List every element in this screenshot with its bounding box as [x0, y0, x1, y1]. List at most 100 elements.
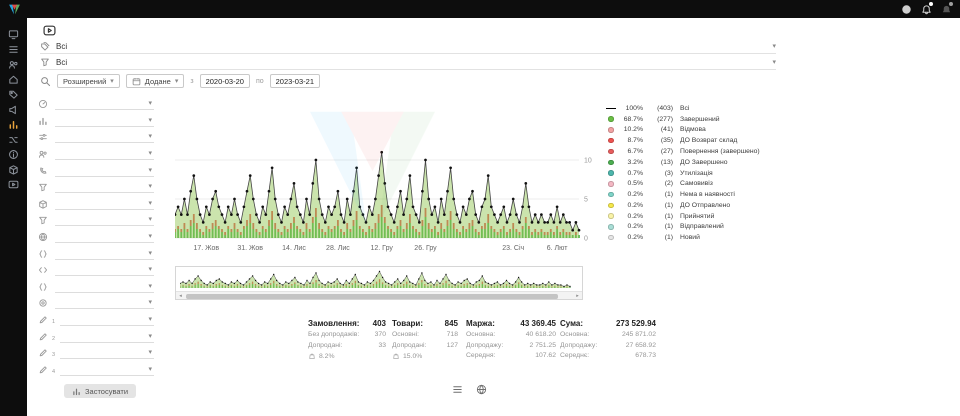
filter-row-box: ▾: [38, 196, 154, 213]
rail-item-users[interactable]: [6, 59, 22, 70]
filter-row-phone: ▾: [38, 162, 154, 179]
legend-count: (403): [647, 105, 673, 112]
filter-dropdown-6[interactable]: ▾: [55, 181, 154, 193]
gauge-icon: [38, 99, 50, 109]
legend-item[interactable]: 0.2%(1)Прийнятий: [606, 212, 760, 221]
legend-item[interactable]: 8.7%(35)ДО Возврат склад: [606, 136, 760, 145]
legend-label: Прийнятий: [680, 213, 714, 220]
legend-item[interactable]: 68.7% (277) Завершений: [606, 115, 760, 124]
tag-icon: [8, 89, 19, 100]
filter-dropdown-3[interactable]: ▾: [55, 131, 154, 143]
filter-row-target: ▾: [38, 295, 154, 312]
rail-item-home[interactable]: [6, 74, 22, 85]
chevron-down-icon: ▾: [148, 200, 152, 207]
legend-item[interactable]: 6.7%(27)Повернення (завершено): [606, 147, 760, 156]
avatar-icon[interactable]: [900, 3, 912, 15]
filter-dropdown-8[interactable]: ▾: [55, 214, 154, 226]
filter-dropdown-5[interactable]: ▾: [55, 165, 154, 177]
filter-dropdown-10[interactable]: ▾: [55, 248, 154, 260]
legend-item[interactable]: 0.2%(1)Новий: [606, 233, 760, 242]
legend-item[interactable]: 0.5%(2)Самовивіз: [606, 179, 760, 188]
megaphone-icon: [8, 104, 19, 115]
app-logo[interactable]: [8, 3, 21, 16]
legend-item[interactable]: 10.2%(41)Відмова: [606, 126, 760, 135]
filter-dropdown-13[interactable]: ▾: [55, 297, 154, 309]
rail-item-megaphone[interactable]: [6, 104, 22, 115]
apply-button-label: Застосувати: [85, 387, 128, 396]
legend-item[interactable]: 0.2%(1)Відправлений: [606, 223, 760, 232]
legend-percent: 6.7%: [620, 148, 643, 155]
list-view-icon[interactable]: [452, 384, 463, 395]
rail-item-list[interactable]: [6, 44, 22, 55]
svg-text:10: 10: [584, 158, 592, 165]
notifications-icon[interactable]: [940, 3, 952, 15]
legend-count: (1): [647, 223, 673, 230]
chart-scrollbar[interactable]: ◂ ▸: [176, 291, 582, 299]
scroll-right-icon[interactable]: ▸: [573, 292, 582, 300]
scroll-left-icon[interactable]: ◂: [176, 292, 185, 300]
legend-percent: 0.7%: [620, 170, 643, 177]
legend-swatch: [606, 203, 616, 209]
overview-chart-canvas[interactable]: [180, 268, 578, 291]
svg-text:0: 0: [584, 236, 588, 243]
svg-text:14. Лис: 14. Лис: [282, 245, 306, 252]
legend-item[interactable]: 100%(403)Всі: [606, 104, 760, 113]
filter-dropdown-4[interactable]: ▾: [55, 148, 154, 160]
filter-dropdown-7[interactable]: ▾: [55, 198, 154, 210]
globe-view-icon[interactable]: [476, 384, 487, 395]
legend-label: Завершений: [680, 116, 720, 123]
rail-item-info[interactable]: [6, 149, 22, 160]
filter-dropdown-1[interactable]: ▾: [55, 98, 154, 110]
legend-item[interactable]: 0.2%(1)ДО Отправлено: [606, 201, 760, 210]
rail-item-shuffle[interactable]: [6, 134, 22, 145]
scrollbar-thumb[interactable]: [186, 294, 558, 299]
legend-count: (277): [647, 116, 673, 123]
view-toggles: [452, 384, 487, 395]
date-to-input[interactable]: 2023-03-21: [270, 74, 320, 88]
stat-row: Основна:40 618.20: [466, 331, 556, 338]
filter-dropdown-9[interactable]: ▾: [55, 231, 154, 243]
legend-percent: 68.7%: [620, 116, 643, 123]
stat-sub-label: Середня:: [466, 352, 495, 359]
stat-header: Товари:845: [392, 319, 458, 328]
rail-item-chart-active[interactable]: [6, 119, 22, 130]
legend-item[interactable]: 0.7%(3)Утилізація: [606, 169, 760, 178]
chevron-down-icon: ▾: [148, 299, 152, 306]
bell-icon[interactable]: [920, 3, 932, 15]
rail-item-monitor[interactable]: [6, 29, 22, 40]
rail-item-box[interactable]: [6, 164, 22, 175]
filter-dropdown-11[interactable]: ▾: [55, 264, 154, 276]
filter-dropdown-12[interactable]: ▾: [55, 281, 154, 293]
stat-title: Маржа:: [466, 319, 495, 328]
legend-item[interactable]: 3.2%(13)ДО Завершено: [606, 158, 760, 167]
svg-text:31. Жов: 31. Жов: [237, 245, 263, 252]
search-mode-dropdown[interactable]: Розширений ▾: [57, 74, 120, 88]
stat-column: Сума:273 529.94Основна:245 871.02Допрода…: [560, 319, 656, 359]
stat-header: Маржа:43 369.45: [466, 319, 556, 328]
legend-label: ДО Завершено: [680, 159, 728, 166]
legend-label: Повернення (завершено): [680, 148, 760, 155]
stat-title: Товари:: [392, 319, 423, 328]
orders-chart-canvas[interactable]: 051017. Жов31. Жов14. Лис28. Лис12. Гру2…: [175, 95, 599, 255]
date-field-dropdown[interactable]: Додане ▾: [126, 74, 185, 88]
legend-percent: 10.2%: [620, 126, 643, 133]
rail-item-play[interactable]: [6, 179, 22, 190]
apply-button[interactable]: Застосувати: [64, 384, 136, 398]
filter-dropdown-2[interactable]: ▾: [55, 115, 154, 127]
stat-sub-label: Допродажу:: [560, 342, 597, 349]
video-tutorial-button[interactable]: [42, 24, 57, 37]
phone-icon: [38, 166, 50, 176]
group-filter-select[interactable]: Всі ▾: [40, 55, 776, 70]
date-from-input[interactable]: 2020-03-20: [200, 74, 250, 88]
status-filter-select[interactable]: Всі ▾: [40, 39, 776, 54]
stat-title: Сума:: [560, 319, 583, 328]
legend-swatch: [606, 224, 616, 230]
filter-row-chart: ▾: [38, 113, 154, 130]
search-icon[interactable]: [40, 76, 51, 87]
legend-item[interactable]: 0.2%(1)Нема в наявності: [606, 190, 760, 199]
stat-sub-value: 718: [447, 331, 458, 338]
chevron-down-icon: ▾: [148, 233, 152, 240]
svg-text:17. Жов: 17. Жов: [193, 245, 219, 252]
rail-item-tag[interactable]: [6, 89, 22, 100]
stat-sub-value: 8.2%: [319, 353, 335, 360]
